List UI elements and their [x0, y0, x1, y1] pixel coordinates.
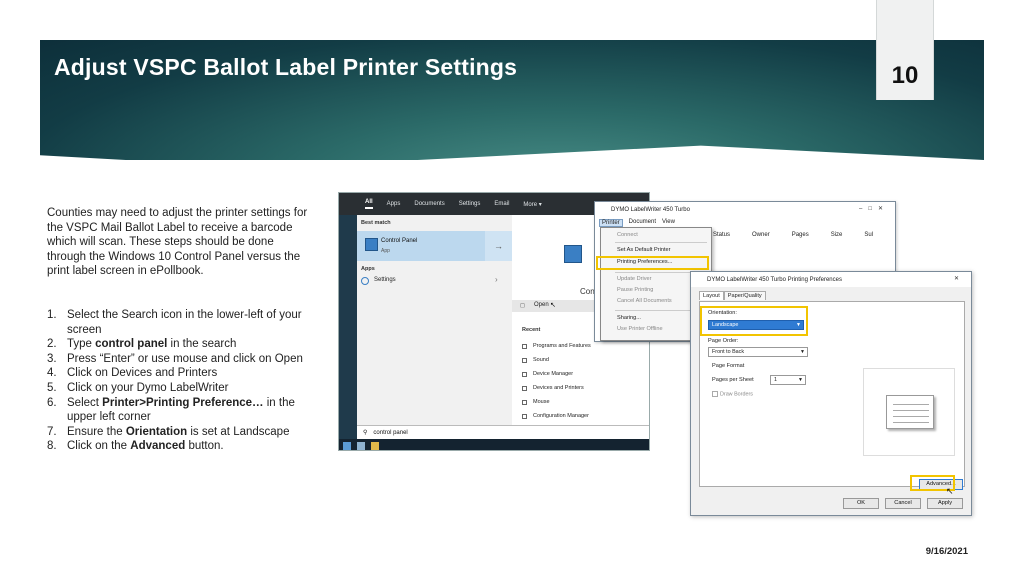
search-input[interactable]: ⚲ control panel [357, 425, 649, 439]
windows-start-icon[interactable] [343, 441, 351, 450]
taskbar [339, 439, 649, 450]
apps-caption: Apps [361, 266, 375, 272]
file-explorer-icon[interactable] [371, 441, 379, 450]
list-item[interactable]: Devices and Printers [522, 381, 591, 395]
best-match-caption: Best match [361, 220, 391, 226]
menu-item-set-default[interactable]: Set As Default Printer [617, 247, 670, 253]
gear-icon [361, 277, 369, 285]
tab-settings[interactable]: Settings [459, 201, 481, 207]
recent-caption: Recent [522, 327, 541, 333]
menu-item-cancel-all: Cancel All Documents [617, 298, 672, 304]
menu-item-connect: Connect [617, 232, 638, 238]
page-order-label: Page Order: [708, 338, 739, 344]
slide-date: 9/16/2021 [925, 546, 968, 557]
list-item[interactable]: Configuration Manager [522, 409, 591, 423]
best-match-control-panel[interactable]: Control Panel App → [357, 231, 512, 261]
list-item[interactable]: Sound [522, 353, 591, 367]
apply-button[interactable]: Apply [927, 498, 963, 509]
list-item[interactable]: Device Manager [522, 367, 591, 381]
page-number: 10 [891, 62, 919, 89]
slide-title: Adjust VSPC Ballot Label Printer Setting… [54, 54, 518, 80]
tab-email[interactable]: Email [494, 201, 509, 207]
task-view-icon[interactable] [357, 441, 365, 450]
ok-button[interactable]: OK [843, 498, 879, 509]
item-icon [522, 343, 527, 349]
landscape-sheet-preview [886, 395, 934, 429]
step-item: 7. Ensure the Orientation is set at Lands… [47, 425, 290, 438]
cancel-button[interactable]: Cancel [885, 498, 921, 509]
menu-printer[interactable]: Printer [599, 219, 623, 227]
page-order-select[interactable]: Front to Back ▼ [708, 347, 808, 357]
item-icon [522, 357, 527, 363]
menu-view[interactable]: View [662, 219, 675, 227]
steps-list: 1. Select the Search icon in the lower-le… [47, 308, 322, 454]
highlight-printing-preferences [596, 256, 709, 270]
arrow-right-icon[interactable]: → [485, 231, 512, 261]
tab-layout[interactable]: Layout [699, 291, 724, 300]
tab-apps[interactable]: Apps [387, 201, 401, 207]
item-icon [522, 385, 527, 391]
pages-per-sheet-select[interactable]: 1 ▼ [770, 375, 806, 385]
search-icon: ⚲ [363, 430, 368, 436]
chevron-down-icon: ▼ [800, 349, 805, 355]
queue-column-headers: Status Owner Pages Size Sul [713, 232, 874, 238]
chevron-right-icon[interactable]: › [495, 275, 498, 284]
step-item: 6. Select Printer>Printing Preference… i… [47, 396, 295, 424]
item-icon [522, 413, 527, 419]
step-item: 4. Click on Devices and Printers [47, 367, 218, 380]
dialog-tabs: Layout Paper/Quality [699, 291, 766, 300]
close-icon[interactable]: ✕ [954, 275, 965, 282]
mouse-cursor-icon: ↖ [946, 486, 954, 496]
control-panel-large-icon [564, 245, 582, 263]
draw-borders-checkbox[interactable]: Draw Borders [712, 391, 753, 397]
window-title: DYMO LabelWriter 450 Turbo [595, 202, 895, 217]
tab-all[interactable]: All [365, 199, 373, 209]
open-icon: ◻ [520, 303, 525, 309]
item-icon [522, 399, 527, 405]
tab-paper-quality[interactable]: Paper/Quality [723, 291, 766, 300]
dialog-title: DYMO LabelWriter 450 Turbo Printing Pref… [691, 272, 971, 287]
window-controls[interactable]: –□✕ [859, 205, 889, 212]
menu-item-sharing[interactable]: Sharing... [617, 315, 641, 321]
mouse-cursor-icon: ↖ [550, 302, 556, 309]
apps-settings-item[interactable]: Settings [374, 277, 396, 283]
menu-item-use-offline: Use Printer Offline [617, 326, 663, 332]
search-results-pane: Best match Control Panel App → Apps Sett… [357, 215, 512, 425]
pages-per-sheet-label: Pages per Sheet [712, 377, 754, 383]
menu-document[interactable]: Document [629, 219, 656, 227]
step-item: 3. Press “Enter” or use mouse and click o… [47, 352, 303, 365]
menu-item-update-driver: Update Driver [617, 276, 652, 282]
menu-bar: Printer Document View [599, 219, 675, 227]
step-item: 2. Type control panel in the search [47, 338, 237, 351]
page-format-label: Page Format [712, 363, 745, 369]
step-item: 8. Click on the Advanced button. [47, 440, 224, 453]
step-item: 5. Click on your Dymo LabelWriter [47, 381, 229, 394]
tab-documents[interactable]: Documents [414, 201, 444, 207]
control-panel-icon [365, 238, 378, 251]
item-icon [522, 371, 527, 377]
intro-paragraph: Counties may need to adjust the printer … [47, 207, 308, 278]
best-match-title: Control Panel [381, 238, 418, 244]
list-item[interactable]: Programs and Features [522, 339, 591, 353]
list-item[interactable]: Mouse [522, 395, 591, 409]
best-match-subtitle: App [381, 248, 390, 254]
chevron-down-icon: ▼ [798, 377, 803, 383]
result-title-partial: Con [580, 287, 595, 296]
recent-list: Programs and Features Sound Device Manag… [522, 339, 591, 423]
step-item: 1. Select the Search icon in the lower-le… [47, 309, 302, 336]
menu-item-pause-printing: Pause Printing [617, 287, 654, 293]
tab-more[interactable]: More ▾ [523, 201, 541, 208]
highlight-orientation [700, 306, 808, 336]
layout-preview [863, 368, 955, 456]
